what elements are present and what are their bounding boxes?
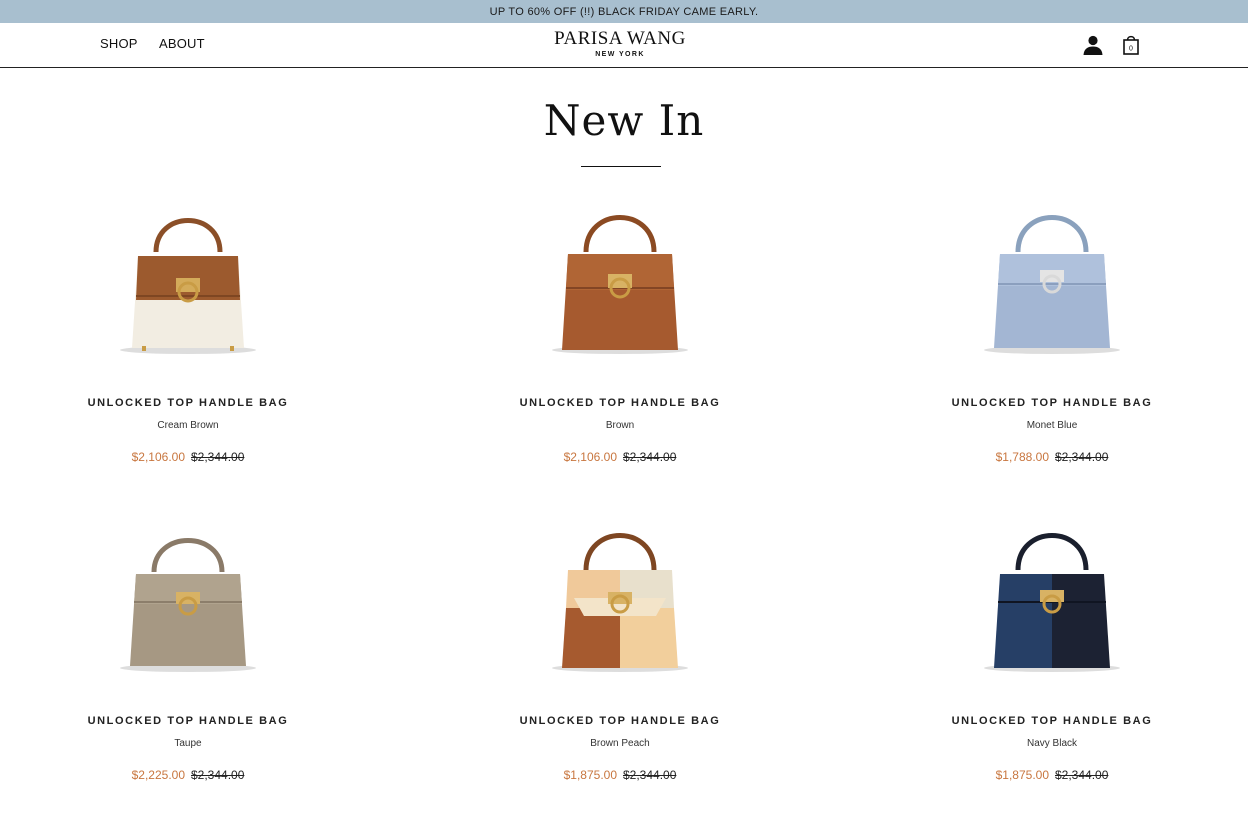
product-price: $2,106.00 $2,344.00 <box>68 450 308 464</box>
product-name[interactable]: UNLOCKED TOP HANDLE BAG <box>932 397 1172 409</box>
product-card[interactable]: UNLOCKED TOP HANDLE BAG Brown $2,106.00 $… <box>500 200 740 480</box>
logo-subtitle: NEW YORK <box>595 51 645 58</box>
product-image[interactable] <box>108 518 268 678</box>
page-title: New In <box>543 96 705 145</box>
original-price: $2,344.00 <box>1055 450 1109 464</box>
nav-about-link[interactable]: ABOUT <box>159 36 205 51</box>
sale-price: $1,788.00 <box>995 450 1049 464</box>
product-name[interactable]: UNLOCKED TOP HANDLE BAG <box>500 397 740 409</box>
original-price: $2,344.00 <box>1055 768 1109 782</box>
product-price: $1,788.00 $2,344.00 <box>932 450 1172 464</box>
product-color: Brown Peach <box>590 738 650 749</box>
product-price: $2,225.00 $2,344.00 <box>68 768 308 782</box>
original-price: $2,344.00 <box>623 450 677 464</box>
original-price: $2,344.00 <box>191 450 245 464</box>
product-price: $1,875.00 $2,344.00 <box>932 768 1172 782</box>
cart-count: 0 <box>1129 46 1133 53</box>
product-color: Navy Black <box>1026 738 1077 749</box>
product-color: Brown <box>605 420 635 431</box>
product-color: Monet Blue <box>1026 420 1078 431</box>
product-price: $1,875.00 $2,344.00 <box>500 768 740 782</box>
original-price: $2,344.00 <box>623 768 677 782</box>
logo-wordmark: PARISA WANG <box>554 28 686 49</box>
product-image[interactable] <box>540 518 700 678</box>
announcement-text: UP TO 60% OFF (!!) BLACK FRIDAY CAME EAR… <box>489 5 759 18</box>
product-card[interactable]: UNLOCKED TOP HANDLE BAG Navy Black $1,87… <box>932 518 1172 798</box>
product-card[interactable]: UNLOCKED TOP HANDLE BAG Taupe $2,225.00 $… <box>68 518 308 798</box>
sale-price: $1,875.00 <box>995 768 1049 782</box>
product-name[interactable]: UNLOCKED TOP HANDLE BAG <box>500 715 740 727</box>
product-image[interactable] <box>972 518 1132 678</box>
site-header: SHOP ABOUT PARISA WANG NEW YORK 0 <box>0 23 1248 68</box>
original-price: $2,344.00 <box>191 768 245 782</box>
brand-logo[interactable]: PARISA WANG NEW YORK <box>534 28 706 58</box>
product-image[interactable] <box>108 200 268 360</box>
product-color: Cream Brown <box>157 420 219 431</box>
sale-price: $2,106.00 <box>563 450 617 464</box>
sale-price: $2,106.00 <box>131 450 185 464</box>
product-color: Taupe <box>174 738 202 749</box>
announcement-bar: UP TO 60% OFF (!!) BLACK FRIDAY CAME EAR… <box>0 0 1248 23</box>
product-name[interactable]: UNLOCKED TOP HANDLE BAG <box>932 715 1172 727</box>
nav-shop-link[interactable]: SHOP <box>100 36 138 51</box>
product-image[interactable] <box>540 200 700 360</box>
sale-price: $2,225.00 <box>131 768 185 782</box>
product-name[interactable]: UNLOCKED TOP HANDLE BAG <box>68 397 308 409</box>
product-name[interactable]: UNLOCKED TOP HANDLE BAG <box>68 715 308 727</box>
product-price: $2,106.00 $2,344.00 <box>500 450 740 464</box>
account-icon[interactable] <box>1081 33 1105 57</box>
sale-price: $1,875.00 <box>563 768 617 782</box>
title-divider <box>581 166 661 167</box>
product-card[interactable]: UNLOCKED TOP HANDLE BAG Cream Brown $2,1… <box>68 200 308 480</box>
product-card[interactable]: UNLOCKED TOP HANDLE BAG Monet Blue $1,78… <box>932 200 1172 480</box>
product-image[interactable] <box>972 200 1132 360</box>
shopping-bag-icon[interactable]: 0 <box>1119 33 1143 57</box>
product-card[interactable]: UNLOCKED TOP HANDLE BAG Brown Peach $1,8… <box>500 518 740 798</box>
